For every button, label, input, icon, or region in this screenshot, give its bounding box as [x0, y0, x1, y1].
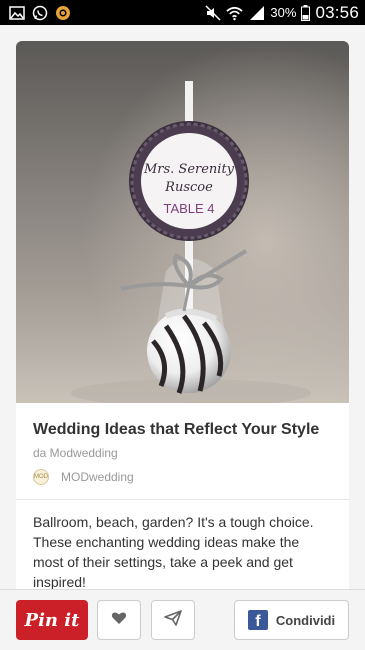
battery-icon [301, 4, 311, 21]
pin-title: Wedding Ideas that Reflect Your Style [33, 421, 320, 438]
share-label: Condividi [275, 612, 336, 628]
battery-percent: 30% [270, 5, 297, 20]
facebook-icon: f [247, 610, 268, 630]
pin-card: Mrs. Serenity Ruscoe TABLE 4 Wedding Ide… [16, 41, 349, 621]
share-button[interactable]: f Condividi [234, 600, 349, 640]
send-button[interactable] [151, 600, 195, 640]
wifi-icon [226, 4, 244, 21]
whatsapp-icon [31, 4, 48, 21]
action-bar: Pin it f Condividi [0, 589, 365, 650]
pin-source-link[interactable]: da Modwedding [33, 446, 118, 460]
pin-image[interactable]: Mrs. Serenity Ruscoe TABLE 4 [16, 41, 349, 403]
divider [16, 499, 349, 500]
signal-icon [248, 4, 265, 21]
board-link[interactable]: MOD MODwedding [33, 469, 134, 485]
pin-description: Ballroom, beach, garden? It's a tough ch… [33, 514, 314, 590]
clock: 03:56 [315, 2, 359, 22]
mute-icon [204, 4, 221, 21]
app-icon [54, 4, 71, 21]
board-name: MODwedding [61, 470, 134, 484]
like-button[interactable] [97, 600, 141, 640]
status-bar: 30% 03:56 [0, 0, 365, 25]
board-avatar: MOD [33, 469, 49, 485]
tag-name-line2: Ruscoe [164, 180, 213, 195]
gallery-icon [8, 4, 25, 21]
pin-it-button[interactable]: Pin it [16, 600, 88, 640]
heart-icon [111, 611, 127, 630]
tag-name-line1: Mrs. Serenity [143, 162, 235, 177]
tag-table: TABLE 4 [163, 201, 214, 216]
pin-detail-view: Mrs. Serenity Ruscoe TABLE 4 Wedding Ide… [0, 25, 365, 650]
paper-plane-icon [164, 609, 182, 631]
